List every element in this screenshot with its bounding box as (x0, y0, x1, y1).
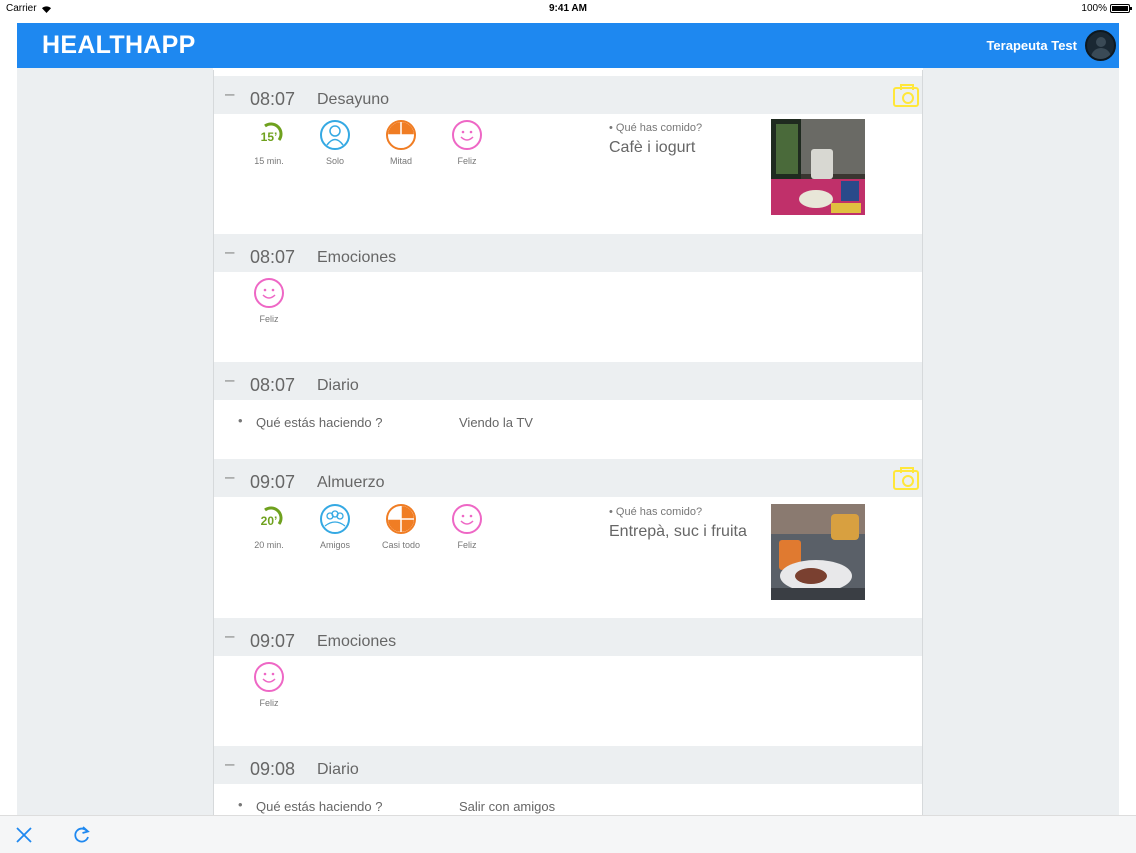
refresh-icon[interactable] (72, 825, 92, 845)
section-header-emociones[interactable]: – 08:07 Emociones (214, 234, 922, 272)
status-bar: Carrier 9:41 AM 100% (0, 0, 1136, 18)
close-icon[interactable] (15, 826, 33, 844)
user-name[interactable]: Terapeuta Test (986, 38, 1077, 53)
camera-icon[interactable] (893, 84, 919, 107)
collapse-toggle[interactable]: – (225, 84, 234, 104)
food-question: • Qué has comido? (609, 122, 703, 134)
section-header-diario[interactable]: – 09:08 Diario (214, 746, 922, 784)
meal-duration: 15’ 15 min. (239, 120, 299, 166)
camera-icon[interactable] (893, 467, 919, 490)
section-title: Desayuno (317, 91, 390, 108)
section-header-emociones[interactable]: – 09:07 Emociones (214, 618, 922, 656)
group-icon (320, 504, 350, 534)
smiley-icon (254, 662, 284, 692)
collapse-toggle[interactable]: – (225, 467, 234, 487)
portion-casi-todo: Casi todo (371, 504, 431, 550)
right-margin (923, 68, 1119, 815)
diary-answer: Viendo la TV (459, 415, 533, 430)
bullet: • (238, 797, 243, 812)
emotion-feliz: Feliz (437, 120, 497, 166)
timeline-list[interactable]: – 08:07 Desayuno 15’ 15 min. Solo Mitad … (213, 70, 923, 815)
section-header-desayuno[interactable]: – 08:07 Desayuno (214, 76, 922, 114)
battery-percent: 100% (1081, 3, 1107, 14)
half-plate-icon (386, 120, 416, 150)
collapse-toggle[interactable]: – (225, 754, 234, 774)
section-title: Diario (317, 377, 359, 394)
food-answer: Entrepà, suc i fruita (609, 523, 747, 540)
smiley-icon (452, 120, 482, 150)
bullet: • (238, 413, 243, 428)
company-solo: Solo (305, 120, 365, 166)
section-header-almuerzo[interactable]: – 09:07 Almuerzo (214, 459, 922, 497)
bottom-toolbar (0, 815, 1136, 853)
battery-icon (1110, 4, 1132, 13)
status-time: 9:41 AM (549, 3, 587, 14)
diary-question: Qué estás haciendo ? (256, 799, 383, 814)
meal-duration: 20’ 20 min. (239, 504, 299, 550)
section-title: Diario (317, 761, 359, 778)
emotion-feliz: Feliz (239, 278, 299, 324)
section-time: 09:08 (250, 759, 296, 779)
diary-question: Qué estás haciendo ? (256, 415, 383, 430)
smiley-icon (254, 278, 284, 308)
section-title: Emociones (317, 633, 397, 650)
company-amigos: Amigos (305, 504, 365, 550)
avatar-icon[interactable] (1085, 30, 1116, 61)
meal-photo[interactable] (771, 504, 865, 600)
smiley-icon (452, 504, 482, 534)
section-time: 08:07 (250, 89, 296, 109)
section-title: Almuerzo (317, 474, 385, 491)
food-answer: Cafè i iogurt (609, 139, 696, 156)
meal-photo[interactable] (771, 119, 865, 215)
clock-arc-icon (264, 506, 283, 525)
left-margin (17, 68, 213, 815)
mostly-plate-icon (386, 504, 416, 534)
collapse-toggle[interactable]: – (225, 242, 234, 262)
section-time: 08:07 (250, 375, 296, 395)
app-logo: HEALTHAPP (42, 31, 196, 59)
person-icon (320, 120, 350, 150)
section-title: Emociones (317, 249, 397, 266)
app-header: HEALTHAPP Terapeuta Test (17, 23, 1119, 68)
section-time: 09:07 (250, 631, 296, 651)
diary-answer: Salir con amigos (459, 799, 556, 814)
section-time: 08:07 (250, 247, 296, 267)
section-header-diario[interactable]: – 08:07 Diario (214, 362, 922, 400)
collapse-toggle[interactable]: – (225, 370, 234, 390)
portion-mitad: Mitad (371, 120, 431, 166)
emotion-feliz: Feliz (437, 504, 497, 550)
collapse-toggle[interactable]: – (225, 626, 234, 646)
clock-arc-icon (264, 122, 283, 141)
section-time: 09:07 (250, 472, 296, 492)
emotion-feliz: Feliz (239, 662, 299, 708)
food-question: • Qué has comido? (609, 506, 703, 518)
